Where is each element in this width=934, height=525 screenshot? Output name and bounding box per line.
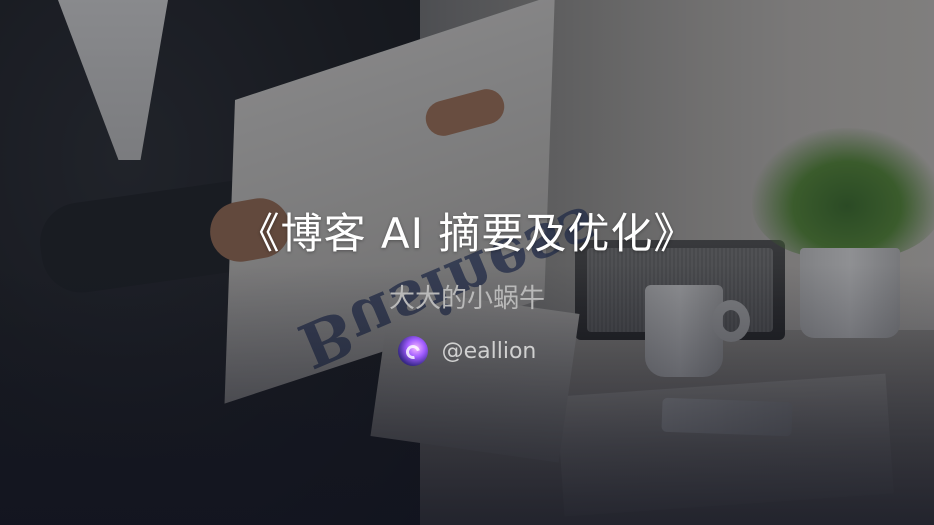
post-title: 《博客 AI 摘要及优化》 xyxy=(237,209,697,258)
author-line: @eallion xyxy=(0,336,934,366)
author-handle: @eallion xyxy=(441,338,537,364)
snail-avatar-icon xyxy=(397,336,428,366)
post-subtitle: 大大的小蜗牛 xyxy=(388,284,545,314)
cover-image: Business 《博客 AI 摘要及优化》 大大的小蜗牛 @eallion xyxy=(0,0,934,525)
